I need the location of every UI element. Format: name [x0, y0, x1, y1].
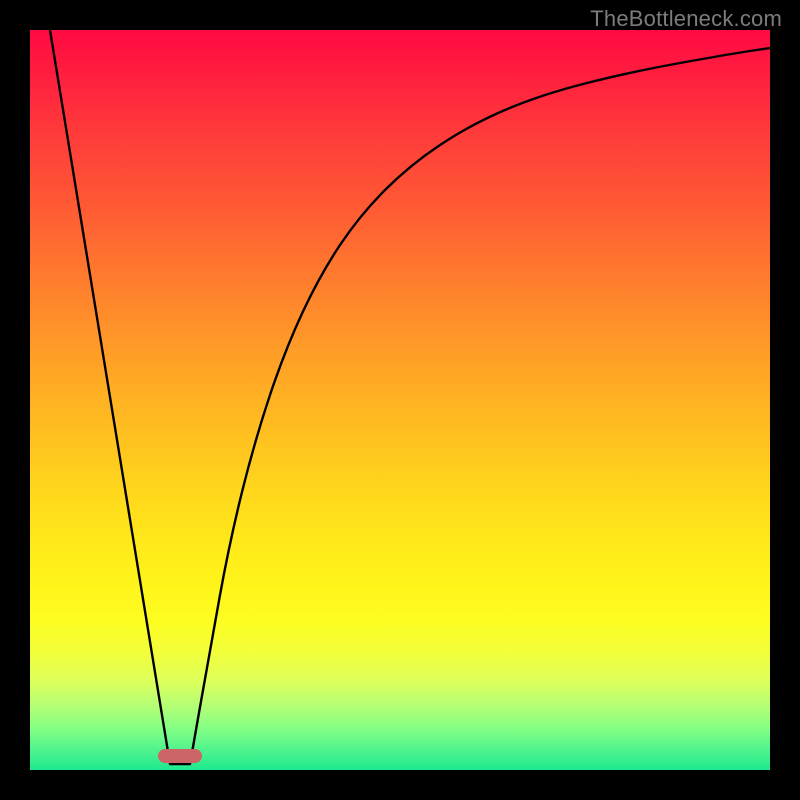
watermark-text: TheBottleneck.com: [590, 6, 782, 32]
optimum-marker: [158, 749, 202, 763]
curve-svg: [30, 30, 770, 770]
plot-area: [30, 30, 770, 770]
curve-path: [50, 30, 770, 764]
chart-frame: TheBottleneck.com: [0, 0, 800, 800]
